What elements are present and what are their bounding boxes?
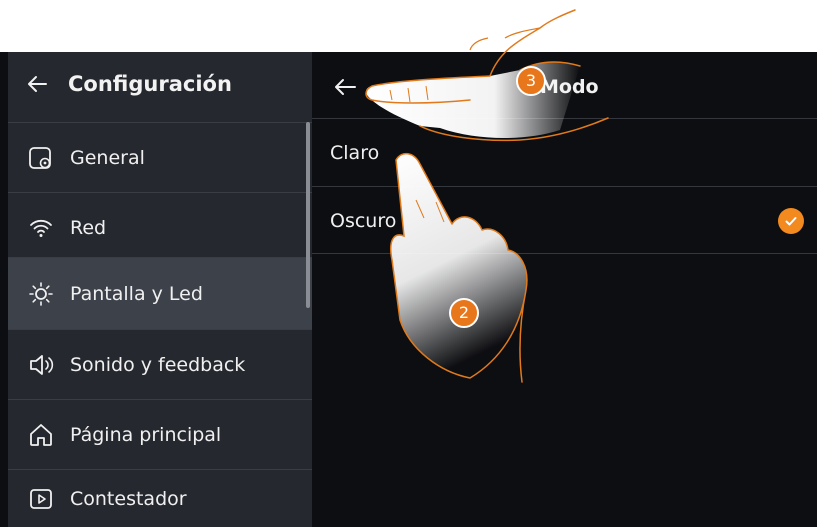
- sidebar-header: Configuración: [8, 52, 312, 116]
- sidebar-item-label: General: [70, 146, 145, 169]
- settings-sidebar: Configuración General Red Pantalla y Led: [8, 52, 312, 527]
- step-marker: 3: [516, 66, 546, 96]
- speaker-icon: [30, 354, 54, 375]
- brightness-icon: [29, 281, 53, 306]
- sidebar-item-sonido[interactable]: Sonido y feedback: [8, 329, 312, 399]
- wifi-icon: [30, 219, 52, 237]
- display-gear-icon: [29, 146, 51, 169]
- sidebar-item-label: Sonido y feedback: [70, 353, 246, 376]
- sidebar-item-contestador[interactable]: Contestador: [8, 469, 312, 527]
- device-screen: Configuración General Red Pantalla y Led: [0, 52, 817, 527]
- sidebar-item-label: Pantalla y Led: [70, 282, 203, 305]
- sidebar-title: Configuración: [68, 72, 232, 96]
- panel-title: Modo: [540, 76, 599, 98]
- step-marker: 2: [449, 298, 479, 328]
- sidebar-item-label: Red: [70, 216, 107, 239]
- sidebar-item-pantalla[interactable]: Pantalla y Led: [8, 257, 312, 329]
- panel-header: Modo: [312, 52, 817, 116]
- back-arrow-icon[interactable]: [26, 72, 50, 96]
- sidebar-item-general[interactable]: General: [8, 122, 312, 192]
- home-icon: [30, 423, 52, 446]
- option-row-oscuro[interactable]: Oscuro: [312, 186, 817, 254]
- play-box-icon: [30, 488, 52, 509]
- option-label: Claro: [330, 142, 380, 164]
- mode-panel: Modo Claro Oscuro: [312, 52, 817, 527]
- back-arrow-icon[interactable]: [334, 76, 358, 98]
- sidebar-item-label: Contestador: [70, 487, 187, 510]
- selected-check-icon: [778, 208, 804, 234]
- option-label: Oscuro: [330, 210, 397, 232]
- sidebar-scrollbar[interactable]: [306, 122, 310, 308]
- option-row-claro[interactable]: Claro: [312, 118, 817, 186]
- sidebar-item-pagina-principal[interactable]: Página principal: [8, 399, 312, 469]
- sidebar-item-label: Página principal: [70, 423, 222, 446]
- sidebar-item-red[interactable]: Red: [8, 192, 312, 262]
